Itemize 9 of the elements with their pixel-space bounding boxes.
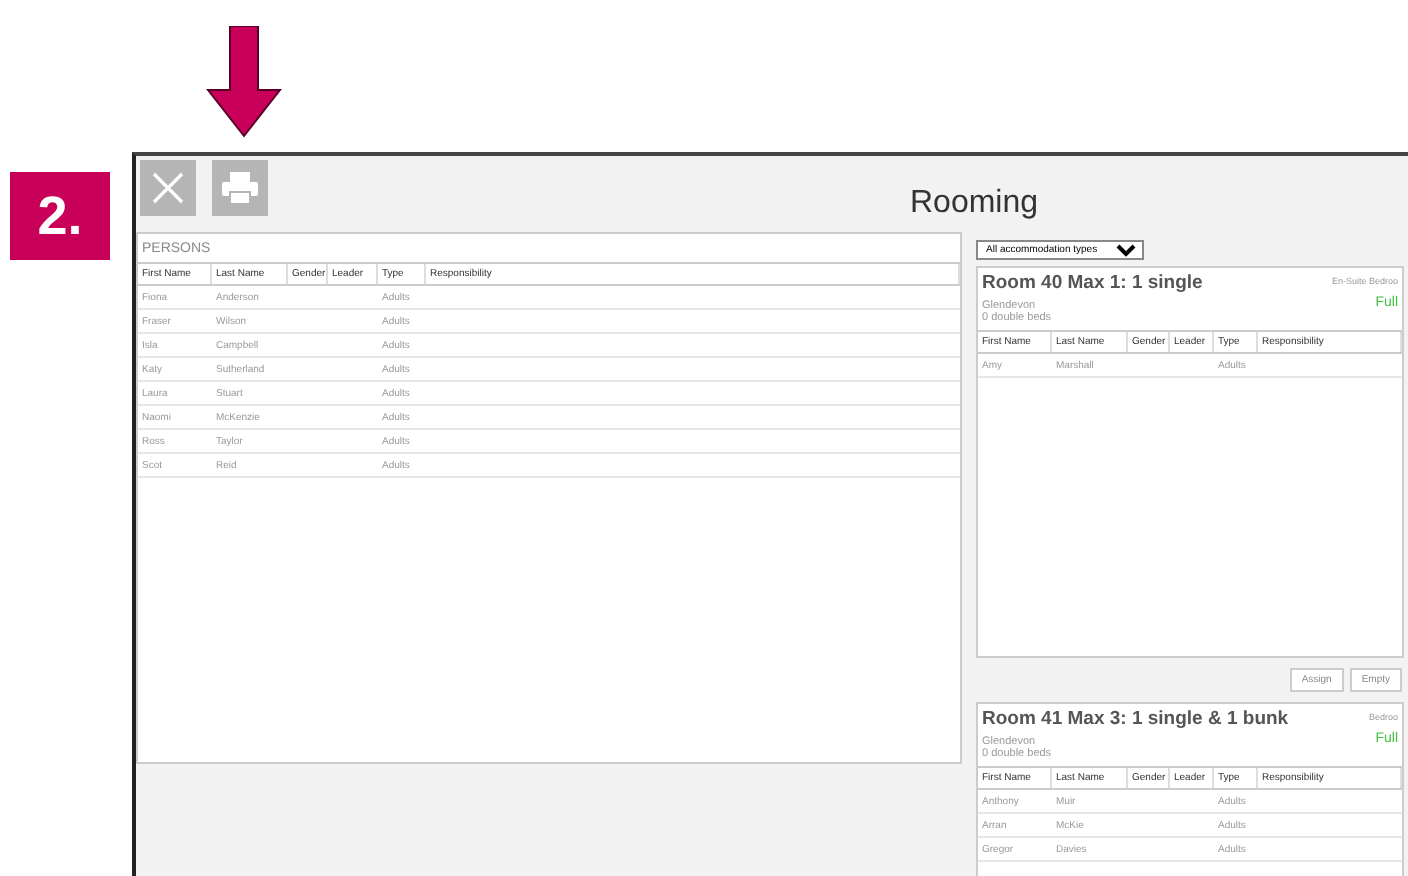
printer-icon [222, 172, 258, 204]
down-arrow-icon [206, 26, 282, 138]
window-title: Rooming [910, 186, 1039, 222]
print-button[interactable] [212, 160, 268, 216]
room-title: Room 40 Max 1: 1 single [982, 272, 1203, 294]
close-button[interactable] [140, 160, 196, 216]
close-icon [152, 172, 184, 204]
step-badge: 2. [10, 172, 110, 260]
room-title: Room 41 Max 3: 1 single & 1 bunk [982, 708, 1289, 730]
